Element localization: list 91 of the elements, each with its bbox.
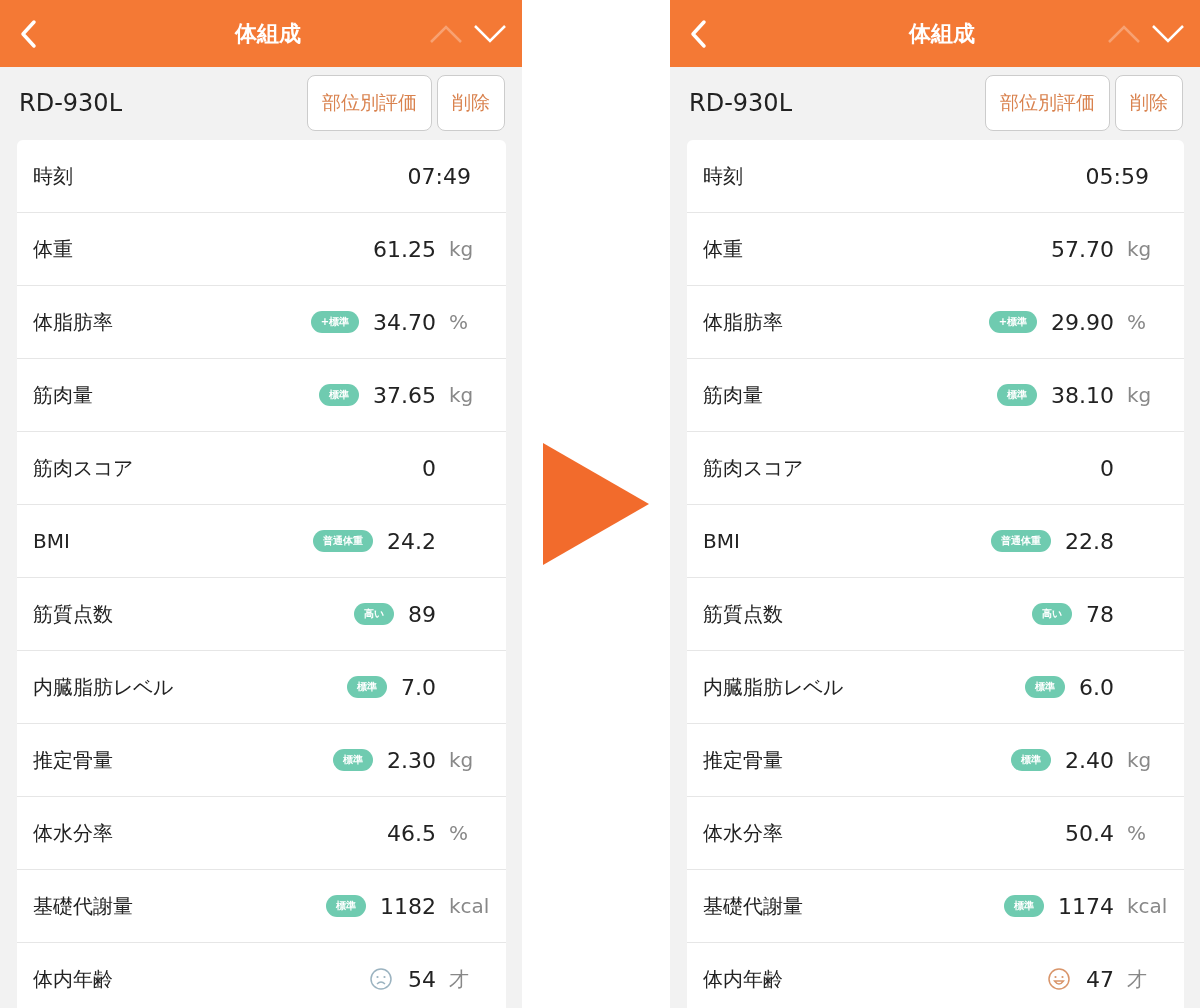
- unit-label: kg: [1127, 748, 1152, 772]
- row-label: 筋肉スコア: [703, 454, 804, 482]
- device-name: RD-930L: [689, 89, 793, 117]
- unit-label: %: [1127, 310, 1146, 334]
- status-badge: 高い: [354, 603, 394, 625]
- next-button[interactable]: [472, 22, 508, 45]
- row-label: 筋肉量: [703, 381, 764, 409]
- row-label: 体水分率: [33, 819, 114, 847]
- row-label: 筋質点数: [703, 600, 784, 628]
- row-label: 体内年齢: [703, 965, 784, 993]
- status-badge: 標準: [326, 895, 366, 917]
- row-label: 基礎代謝量: [703, 892, 804, 920]
- unit-label: %: [449, 821, 468, 845]
- action-button[interactable]: 部位別評価: [985, 75, 1110, 131]
- row-value: 89: [408, 601, 436, 627]
- row-value: 22.8: [1065, 528, 1114, 554]
- status-badge: 標準: [997, 384, 1037, 406]
- row-value: 05:59: [1085, 163, 1149, 189]
- status-badge: 普通体重: [991, 530, 1051, 552]
- row-value: 78: [1086, 601, 1114, 627]
- status-badge: 標準: [319, 384, 359, 406]
- screen-title: 体組成: [233, 19, 302, 48]
- row-value: 24.2: [387, 528, 436, 554]
- status-badge: 標準: [1025, 676, 1065, 698]
- row-value: 6.0: [1079, 674, 1114, 700]
- row-value: 61.25: [373, 236, 436, 262]
- row-value: 2.30: [387, 747, 436, 773]
- row-value: 1174: [1058, 893, 1114, 919]
- screen-title: 体組成: [907, 19, 976, 48]
- row-label: 体内年齢: [33, 965, 114, 993]
- row-value: 2.40: [1065, 747, 1114, 773]
- unit-label: %: [449, 310, 468, 334]
- unit-label: kg: [449, 237, 474, 261]
- action-button[interactable]: 部位別評価: [307, 75, 432, 131]
- row-label: 基礎代謝量: [33, 892, 134, 920]
- row-value: 37.65: [373, 382, 436, 408]
- row-value: 34.70: [373, 309, 436, 335]
- unit-label: kcal: [1127, 894, 1168, 918]
- back-button[interactable]: [688, 18, 708, 49]
- unit-label: kg: [1127, 383, 1152, 407]
- status-badge: 普通体重: [313, 530, 373, 552]
- unit-label: kg: [1127, 237, 1152, 261]
- row-label: 筋肉スコア: [33, 454, 134, 482]
- row-value: 7.0: [401, 674, 436, 700]
- status-badge: +標準: [310, 311, 359, 333]
- row-value: 0: [422, 455, 436, 481]
- unit-label: 才: [1127, 966, 1147, 991]
- next-button[interactable]: [1150, 22, 1186, 45]
- row-value: 0: [1100, 455, 1114, 481]
- unit-label: kcal: [449, 894, 490, 918]
- row-label: 体重: [703, 235, 744, 263]
- back-icon: [688, 18, 708, 49]
- row-label: BMI: [33, 529, 71, 553]
- row-value: 46.5: [387, 820, 436, 846]
- status-badge: +標準: [988, 311, 1037, 333]
- action-button[interactable]: 削除: [437, 75, 505, 131]
- row-value: 29.90: [1051, 309, 1114, 335]
- row-value: 07:49: [407, 163, 471, 189]
- row-value: 1182: [380, 893, 436, 919]
- row-value: 54: [408, 966, 436, 992]
- row-label: 推定骨量: [33, 746, 114, 774]
- row-value: 47: [1086, 966, 1114, 992]
- unit-label: kg: [449, 383, 474, 407]
- row-value: 38.10: [1051, 382, 1114, 408]
- row-label: 内臓脂肪レベル: [33, 673, 174, 701]
- row-value: 50.4: [1065, 820, 1114, 846]
- status-badge: 標準: [1011, 749, 1051, 771]
- unit-label: kg: [449, 748, 474, 772]
- row-label: 筋肉量: [33, 381, 94, 409]
- device-name: RD-930L: [19, 89, 123, 117]
- action-button[interactable]: 削除: [1115, 75, 1183, 131]
- row-value: 57.70: [1051, 236, 1114, 262]
- back-button[interactable]: [18, 18, 38, 49]
- row-label: 体脂肪率: [33, 308, 114, 336]
- row-label: 体脂肪率: [703, 308, 784, 336]
- status-badge: 標準: [347, 676, 387, 698]
- row-label: BMI: [703, 529, 741, 553]
- status-badge: 標準: [1004, 895, 1044, 917]
- unit-label: 才: [449, 966, 469, 991]
- row-label: 時刻: [33, 162, 74, 190]
- arrow-icon: [543, 443, 649, 565]
- row-label: 内臓脂肪レベル: [703, 673, 844, 701]
- status-badge: 標準: [333, 749, 373, 771]
- row-label: 体水分率: [703, 819, 784, 847]
- status-badge: 高い: [1032, 603, 1072, 625]
- row-label: 筋質点数: [33, 600, 114, 628]
- row-label: 推定骨量: [703, 746, 784, 774]
- row-label: 時刻: [703, 162, 744, 190]
- unit-label: %: [1127, 821, 1146, 845]
- back-icon: [18, 18, 38, 49]
- row-label: 体重: [33, 235, 74, 263]
